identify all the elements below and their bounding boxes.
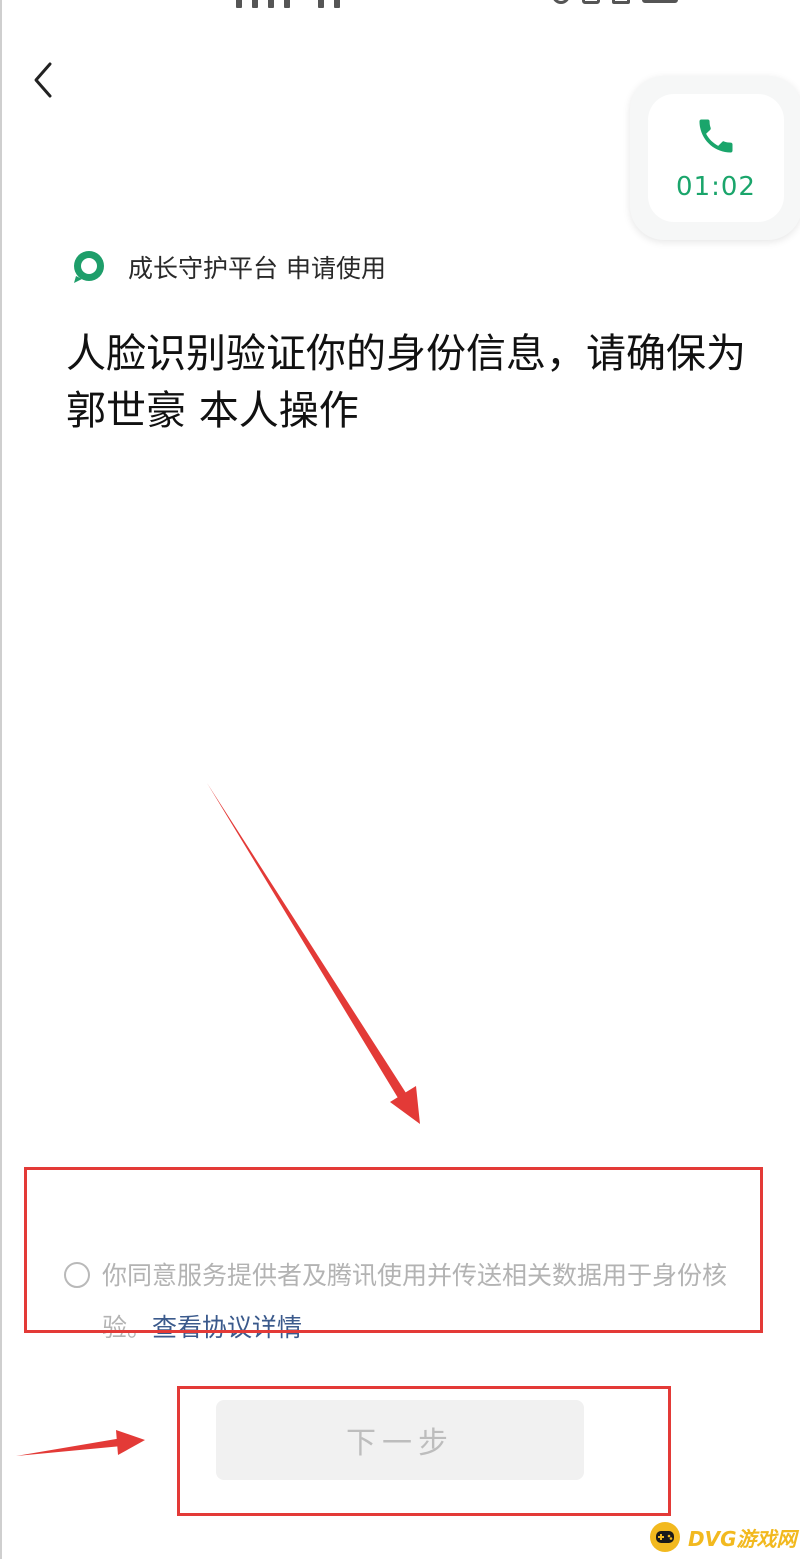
call-timer: 01:02 [676,172,756,202]
screen-edge-divider [0,0,2,1559]
signal-bar [334,0,340,8]
gamepad-icon [650,1522,680,1552]
signal-bar [284,0,290,8]
chevron-left-icon [34,62,52,98]
signal-bar [318,0,324,8]
status-bar [0,0,800,10]
verification-title: 人脸识别验证你的身份信息，请确保为 郭世豪 本人操作 [66,331,746,434]
signal-indicators [236,0,340,8]
battery-icon [642,0,678,3]
app-logo-icon [74,251,104,283]
call-widget-card: 01:02 [648,94,784,222]
annotation-arrow-down [207,783,420,1124]
page: 01:02 成长守护平台 申请使用 人脸识别验证你的身份信息，请确保为 郭世豪 … [0,0,800,1559]
signal-bar [236,0,242,8]
signal-bar [268,0,274,8]
vibrate-icon [582,0,600,4]
app-request-row: 成长守护平台 申请使用 [70,244,386,290]
annotation-box-next [177,1386,671,1516]
app-request-label: 成长守护平台 申请使用 [128,254,386,283]
watermark-text: DVG游戏网 [688,1526,797,1551]
notification-icon [612,0,630,4]
annotation-arrow-right [16,1430,145,1456]
alarm-icon [552,0,570,4]
call-floating-widget[interactable]: 01:02 [630,76,800,240]
annotation-box-consent [24,1167,763,1333]
watermark: DVG游戏网 [648,1518,798,1556]
status-icons [552,0,678,8]
signal-bar [252,0,258,8]
back-button[interactable] [18,55,68,105]
phone-icon [699,119,733,153]
